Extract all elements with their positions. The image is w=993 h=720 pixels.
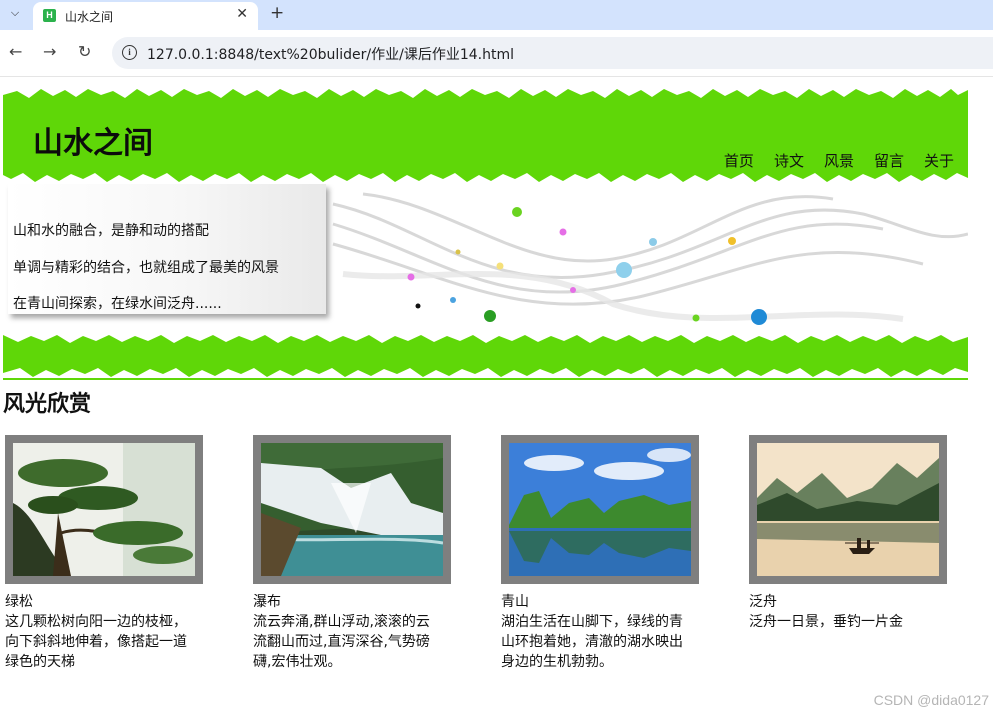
hero-banner: 山和水的融合，是静和动的搭配 单调与精彩的结合，也就组成了最美的风景 在青山间探… — [3, 184, 968, 332]
rough-edge-top-2 — [3, 332, 968, 343]
gallery-item-desc: 这几颗松树向阳一边的枝桠，向下斜斜地伸着，像搭起一道绿色的天梯 — [5, 614, 187, 670]
gallery-image-waterfall[interactable] — [253, 435, 451, 584]
gallery-item-boat: 泛舟 泛舟一日景，垂钓一片金 — [749, 435, 949, 632]
gallery-item-name: 泛舟 — [749, 594, 777, 610]
banner-line-3: 在青山间探索，在绿水间泛舟...... — [13, 296, 222, 312]
boat-on-river-image — [757, 443, 939, 576]
pine-tree-image — [13, 443, 195, 576]
section-title: 风光欣赏 — [3, 391, 92, 416]
gallery-item-desc: 流云奔涌,群山浮动,滚滚的云流翻山而过,直泻深谷,气势磅礴,宏伟壮观。 — [253, 614, 430, 670]
banner-line-2: 单调与精彩的结合，也就组成了最美的风景 — [13, 260, 279, 276]
rough-edge-top — [3, 86, 968, 98]
main-nav: 首页 诗文 风景 留言 关于 — [724, 150, 954, 171]
back-arrow-icon[interactable]: ← — [9, 42, 22, 61]
browser-toolbar: ← → ↻ i 127.0.0.1:8848/text%20bulider/作业… — [0, 30, 993, 77]
address-bar[interactable]: i 127.0.0.1:8848/text%20bulider/作业/课后作业1… — [112, 37, 993, 69]
rough-edge-bottom — [3, 173, 968, 184]
waterfall-image — [261, 443, 443, 576]
gallery-item-mountain: 青山 湖泊生活在山脚下，绿线的青山环抱着她，清澈的湖水映出身边的生机勃勃。 — [501, 435, 701, 672]
nav-item-scenery[interactable]: 风景 — [824, 150, 854, 171]
close-icon[interactable]: ✕ — [236, 6, 248, 22]
nav-item-poetry[interactable]: 诗文 — [774, 150, 804, 171]
banner-bottom-bar — [3, 332, 968, 380]
banner-line-1: 山和水的融合，是静和动的搭配 — [13, 223, 209, 239]
site-header: 山水之间 首页 诗文 风景 留言 关于 — [3, 86, 968, 184]
gallery-image-mountain[interactable] — [501, 435, 699, 584]
gallery-item-desc: 湖泊生活在山脚下，绿线的青山环抱着她，清澈的湖水映出身边的生机勃勃。 — [501, 614, 683, 670]
gallery-item-waterfall: 瀑布 流云奔涌,群山浮动,滚滚的云流翻山而过,直泻深谷,气势磅礴,宏伟壮观。 — [253, 435, 453, 672]
green-mountain-lake-image — [509, 443, 691, 576]
url-text[interactable]: 127.0.0.1:8848/text%20bulider/作业/课后作业14.… — [147, 44, 514, 64]
gallery-item-name: 青山 — [501, 594, 529, 610]
gallery-image-pine[interactable] — [5, 435, 203, 584]
site-title: 山水之间 — [33, 127, 153, 160]
nav-item-message[interactable]: 留言 — [874, 150, 904, 171]
favicon-icon: H — [43, 9, 56, 22]
plus-icon[interactable]: + — [270, 3, 284, 23]
gallery-item-name: 瀑布 — [253, 594, 281, 610]
forward-arrow-icon[interactable]: → — [43, 42, 56, 61]
watermark: CSDN @dida0127 — [873, 692, 989, 708]
chevron-down-icon[interactable]: ⌵ — [4, 3, 26, 23]
nav-item-home[interactable]: 首页 — [724, 150, 754, 171]
gallery-item-name: 绿松 — [5, 594, 33, 610]
tab-title: 山水之间 — [65, 10, 114, 24]
browser-tab-bar: ⌵ H 山水之间 ✕ + — [0, 0, 993, 30]
gallery-item-desc: 泛舟一日景，垂钓一片金 — [749, 614, 903, 630]
nav-item-about[interactable]: 关于 — [924, 150, 954, 171]
reload-icon[interactable]: ↻ — [78, 42, 91, 61]
info-icon[interactable]: i — [122, 45, 137, 60]
gallery-image-boat[interactable] — [749, 435, 947, 584]
gallery-item-pine: 绿松 这几颗松树向阳一边的枝桠，向下斜斜地伸着，像搭起一道绿色的天梯 — [5, 435, 205, 672]
rough-edge-bottom-2 — [3, 368, 968, 378]
browser-tab[interactable]: H 山水之间 ✕ — [33, 2, 258, 30]
banner-quote-box: 山和水的融合，是静和动的搭配 单调与精彩的结合，也就组成了最美的风景 在青山间探… — [8, 184, 326, 314]
